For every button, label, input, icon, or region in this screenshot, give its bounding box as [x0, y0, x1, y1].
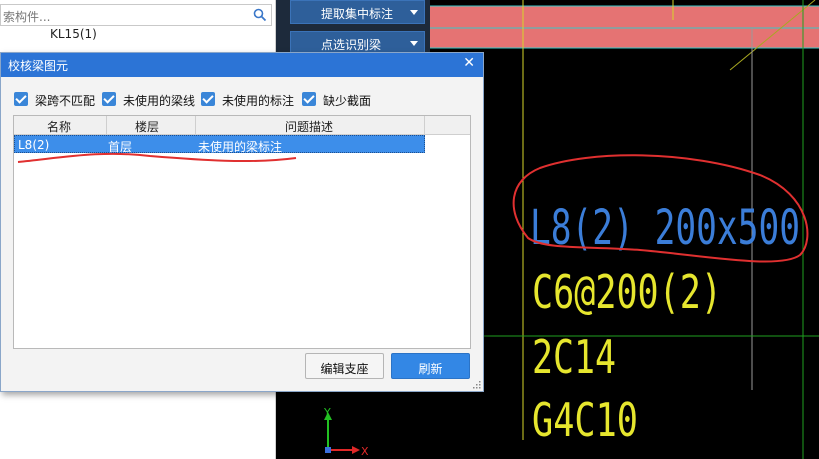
cad-canvas[interactable]: L8(2) 200x500 C6@200(2) 2C14 G4C10	[430, 0, 819, 459]
pick-identify-beam-label: 点选识别梁	[321, 38, 382, 52]
issue-table: 名称 楼层 问题描述 L8(2) 首层 未使用的梁标注	[13, 115, 471, 349]
checkbox-checked-icon[interactable]	[14, 92, 28, 106]
column-divider[interactable]	[195, 116, 196, 134]
cell-floor: 首层	[108, 140, 133, 154]
filter-label: 缺少截面	[323, 94, 372, 108]
resize-grip-icon[interactable]	[472, 380, 481, 389]
filter-label: 梁跨不匹配	[35, 94, 96, 108]
edit-support-label: 编辑支座	[320, 362, 369, 376]
table-row[interactable]: L8(2) 首层 未使用的梁标注	[14, 135, 425, 154]
beam-strip-top	[430, 6, 819, 28]
cell-issue: 未使用的梁标注	[198, 140, 283, 154]
tree-item-kl15[interactable]: KL15(1)	[50, 27, 97, 41]
search-input[interactable]: 索构件...	[0, 4, 272, 26]
beam-annotation-line-1[interactable]: L8(2) 200x500	[530, 200, 800, 256]
filter-label: 未使用的标注	[222, 94, 295, 108]
checkbox-checked-icon[interactable]	[102, 92, 116, 106]
beam-annotation-line-2[interactable]: C6@200(2)	[532, 265, 722, 319]
ucs-axis-icon: Y X	[323, 406, 369, 458]
table-header: 名称 楼层 问题描述	[14, 116, 470, 135]
cell-name: L8(2)	[18, 138, 50, 152]
column-header-name[interactable]: 名称	[47, 118, 71, 135]
column-divider[interactable]	[424, 116, 425, 134]
refresh-label: 刷新	[418, 362, 443, 376]
check-beam-dialog: 校核梁图元 ✕ 梁跨不匹配 未使用的梁线 未使用的标注 缺少截面 名称 楼层 问…	[0, 52, 484, 392]
column-divider[interactable]	[106, 116, 107, 134]
beam-annotation-line-3[interactable]: 2C14	[532, 330, 616, 384]
extract-annotation-label: 提取集中标注	[321, 7, 394, 21]
cad-drawing: L8(2) 200x500 C6@200(2) 2C14 G4C10	[430, 0, 819, 459]
chevron-down-icon[interactable]	[410, 41, 418, 46]
beam-annotation-line-4[interactable]: G4C10	[532, 393, 638, 447]
edit-support-button[interactable]: 编辑支座	[305, 353, 384, 379]
search-placeholder: 索构件...	[3, 10, 51, 24]
chevron-down-icon[interactable]	[410, 10, 418, 15]
filter-label: 未使用的梁线	[123, 94, 196, 108]
x-axis-label: X	[361, 445, 369, 458]
refresh-button[interactable]: 刷新	[391, 353, 470, 379]
close-icon[interactable]: ✕	[463, 56, 475, 70]
search-icon[interactable]	[253, 8, 267, 22]
column-header-floor[interactable]: 楼层	[135, 118, 159, 135]
column-header-issue[interactable]: 问题描述	[285, 118, 333, 135]
checkbox-checked-icon[interactable]	[201, 92, 215, 106]
extract-annotation-button[interactable]: 提取集中标注	[290, 0, 425, 24]
checkbox-checked-icon[interactable]	[302, 92, 316, 106]
dialog-title-bar[interactable]: 校核梁图元 ✕	[1, 53, 483, 77]
y-axis-label: Y	[323, 406, 331, 419]
dialog-title: 校核梁图元	[8, 59, 69, 73]
